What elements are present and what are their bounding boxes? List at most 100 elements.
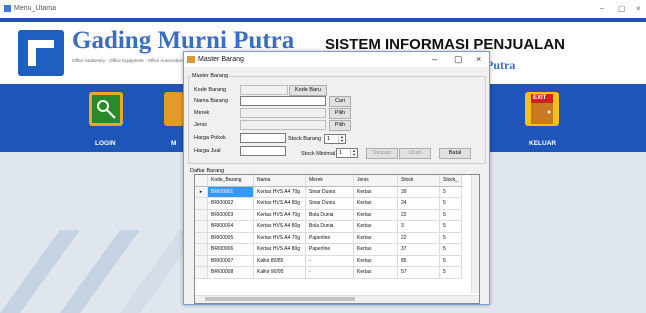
harga-pokok-field[interactable] xyxy=(240,133,286,143)
column-header[interactable]: Jenis xyxy=(353,175,398,187)
table-row[interactable]: BRI00005 Kertas HVS A4 70g Paperline Kertas… xyxy=(195,232,462,244)
nama-barang-label: Nama Barang xyxy=(194,98,228,104)
jenis-field[interactable] xyxy=(240,120,326,130)
cell[interactable]: Kalkir 80/85 xyxy=(253,255,306,267)
cell[interactable]: 5 xyxy=(439,232,462,244)
cell[interactable]: 5 xyxy=(439,266,462,279)
table-row[interactable]: BRI00004 Kertas HVS A4 80g Bola Dunia Kerta… xyxy=(195,220,462,233)
pilih-merek-button[interactable]: Pilih xyxy=(329,108,351,119)
keluar-button[interactable]: EXIT xyxy=(525,92,559,126)
cell[interactable]: 24 xyxy=(397,197,440,210)
cell[interactable]: 3 xyxy=(397,220,440,233)
column-header[interactable]: Nama xyxy=(253,175,306,187)
dialog-restore-button[interactable]: ▢ xyxy=(454,54,463,65)
cell[interactable]: 57 xyxy=(397,266,440,279)
batal-button[interactable]: Batal xyxy=(439,148,471,159)
table-row[interactable]: ▸ BRI00001 Kertas HVS A4 70g Sinar Dunia Ker… xyxy=(195,186,462,198)
close-button[interactable]: × xyxy=(636,4,641,13)
column-header[interactable]: Kode_Barang xyxy=(207,175,254,187)
daftar-barang-grid[interactable]: Kode_Barang Nama Merek Jenis Stock Stock… xyxy=(194,174,480,304)
cell[interactable]: Kertas HVS A4 70g xyxy=(253,209,306,221)
cell[interactable]: 5 xyxy=(439,220,462,233)
cell[interactable]: Kertas HVS A4 70g xyxy=(253,232,306,244)
cell[interactable]: BRI00003 xyxy=(207,209,254,221)
column-header[interactable]: Stock xyxy=(397,175,440,187)
table-row[interactable]: BRI00007 Kalkir 80/85- Kertas 85 5 xyxy=(195,255,462,267)
spin-arrows-icon[interactable]: ▲ ▼ xyxy=(350,149,357,157)
cell[interactable]: Kertas xyxy=(353,255,398,267)
cell[interactable]: 5 xyxy=(439,186,462,198)
cell[interactable]: Sinar Dunia xyxy=(305,197,354,210)
cell[interactable]: BRI00008 xyxy=(207,266,254,279)
cell[interactable]: - xyxy=(305,266,354,279)
cell[interactable]: Kertas xyxy=(353,209,398,221)
cell[interactable]: Kalkir 90/95 xyxy=(253,266,306,279)
cell[interactable]: BRI00004 xyxy=(207,220,254,233)
cell[interactable]: Kertas HVS A4 70g xyxy=(253,186,306,198)
cell[interactable]: 5 xyxy=(439,209,462,221)
ubah-button[interactable]: Ubah xyxy=(399,148,431,159)
dialog-minimize-button[interactable]: – xyxy=(432,54,437,64)
stock-minimal-stepper[interactable]: 1 ▲ ▼ xyxy=(336,148,358,158)
scroll-thumb[interactable] xyxy=(205,297,355,301)
cari-button[interactable]: Cari xyxy=(329,96,351,107)
cell[interactable]: - xyxy=(305,255,354,267)
cell[interactable]: Kertas xyxy=(353,220,398,233)
kode-baru-button[interactable]: Kode Baru xyxy=(289,85,327,96)
cell[interactable]: 85 xyxy=(397,255,440,267)
cell[interactable]: Kertas xyxy=(353,243,398,256)
stock-barang-value: 1 xyxy=(327,136,331,142)
window-titlebar: Menu_Utama – ▢ × xyxy=(0,0,646,18)
cell[interactable]: Kertas HVS A4 80g xyxy=(253,220,306,233)
nama-barang-field[interactable] xyxy=(240,96,326,106)
cell[interactable]: BRI00005 xyxy=(207,232,254,244)
kode-barang-field[interactable] xyxy=(240,85,288,95)
grid-horizontal-scrollbar[interactable] xyxy=(195,295,479,303)
cell[interactable]: Bola Dunia xyxy=(305,209,354,221)
merek-field[interactable] xyxy=(240,108,326,118)
cell[interactable]: Bola Dunia xyxy=(305,220,354,233)
merek-label: Merek xyxy=(194,110,210,116)
table-row[interactable]: BRI00006 Kertas HVS A4 80g Paperline Kertas… xyxy=(195,243,462,256)
restore-button[interactable]: ▢ xyxy=(618,4,626,13)
column-header[interactable]: Merek xyxy=(305,175,354,187)
cell[interactable]: BRI00007 xyxy=(207,255,254,267)
cell[interactable]: Kertas HVS A4 80g xyxy=(253,197,306,210)
cell[interactable]: 5 xyxy=(439,197,462,210)
table-row[interactable]: BRI00003 Kertas HVS A4 70g Bola Dunia Kerta… xyxy=(195,209,462,221)
grid-vertical-scrollbar[interactable] xyxy=(471,175,479,293)
cell[interactable]: Kertas xyxy=(353,197,398,210)
cell[interactable]: Kertas xyxy=(353,186,398,198)
cell[interactable]: Paperline xyxy=(305,243,354,256)
cell[interactable]: BRI00002 xyxy=(207,197,254,210)
column-header[interactable]: Stock_ xyxy=(439,175,462,187)
cell[interactable]: 5 xyxy=(439,243,462,256)
cell[interactable]: BRI00006 xyxy=(207,243,254,256)
spin-arrows-icon[interactable]: ▲ ▼ xyxy=(338,135,345,143)
cell[interactable]: 22 xyxy=(397,209,440,221)
cell[interactable]: 5 xyxy=(439,255,462,267)
master-label: M xyxy=(171,140,177,147)
window-title: Menu_Utama xyxy=(14,5,57,12)
dialog-close-button[interactable]: × xyxy=(476,54,481,64)
cell[interactable]: 37 xyxy=(397,243,440,256)
cell[interactable]: Sinar Dunia xyxy=(305,186,354,198)
cell[interactable]: Kertas xyxy=(353,266,398,279)
cell[interactable]: Paperline xyxy=(305,232,354,244)
table-row[interactable]: BRI00002 Kertas HVS A4 80g Sinar Dunia Kert… xyxy=(195,197,462,210)
stock-barang-stepper[interactable]: 1 ▲ ▼ xyxy=(324,134,346,144)
table-row[interactable]: BRI00008 Kalkir 90/95- Kertas 57 5 xyxy=(195,266,462,279)
minimize-button[interactable]: – xyxy=(600,4,604,13)
cell[interactable]: BRI00001 xyxy=(207,186,254,198)
cell[interactable]: 39 xyxy=(397,186,440,198)
pilih-jenis-button[interactable]: Pilih xyxy=(329,120,351,131)
row-pointer-icon: ▸ xyxy=(195,186,208,198)
harga-jual-field[interactable] xyxy=(240,146,286,156)
login-button[interactable] xyxy=(89,92,123,126)
row-header-corner xyxy=(195,175,208,187)
cell[interactable]: Kertas xyxy=(353,232,398,244)
cell[interactable]: 22 xyxy=(397,232,440,244)
cell[interactable]: Kertas HVS A4 80g xyxy=(253,243,306,256)
simpan-button[interactable]: Simpan xyxy=(366,148,398,159)
master-button[interactable] xyxy=(164,92,184,126)
